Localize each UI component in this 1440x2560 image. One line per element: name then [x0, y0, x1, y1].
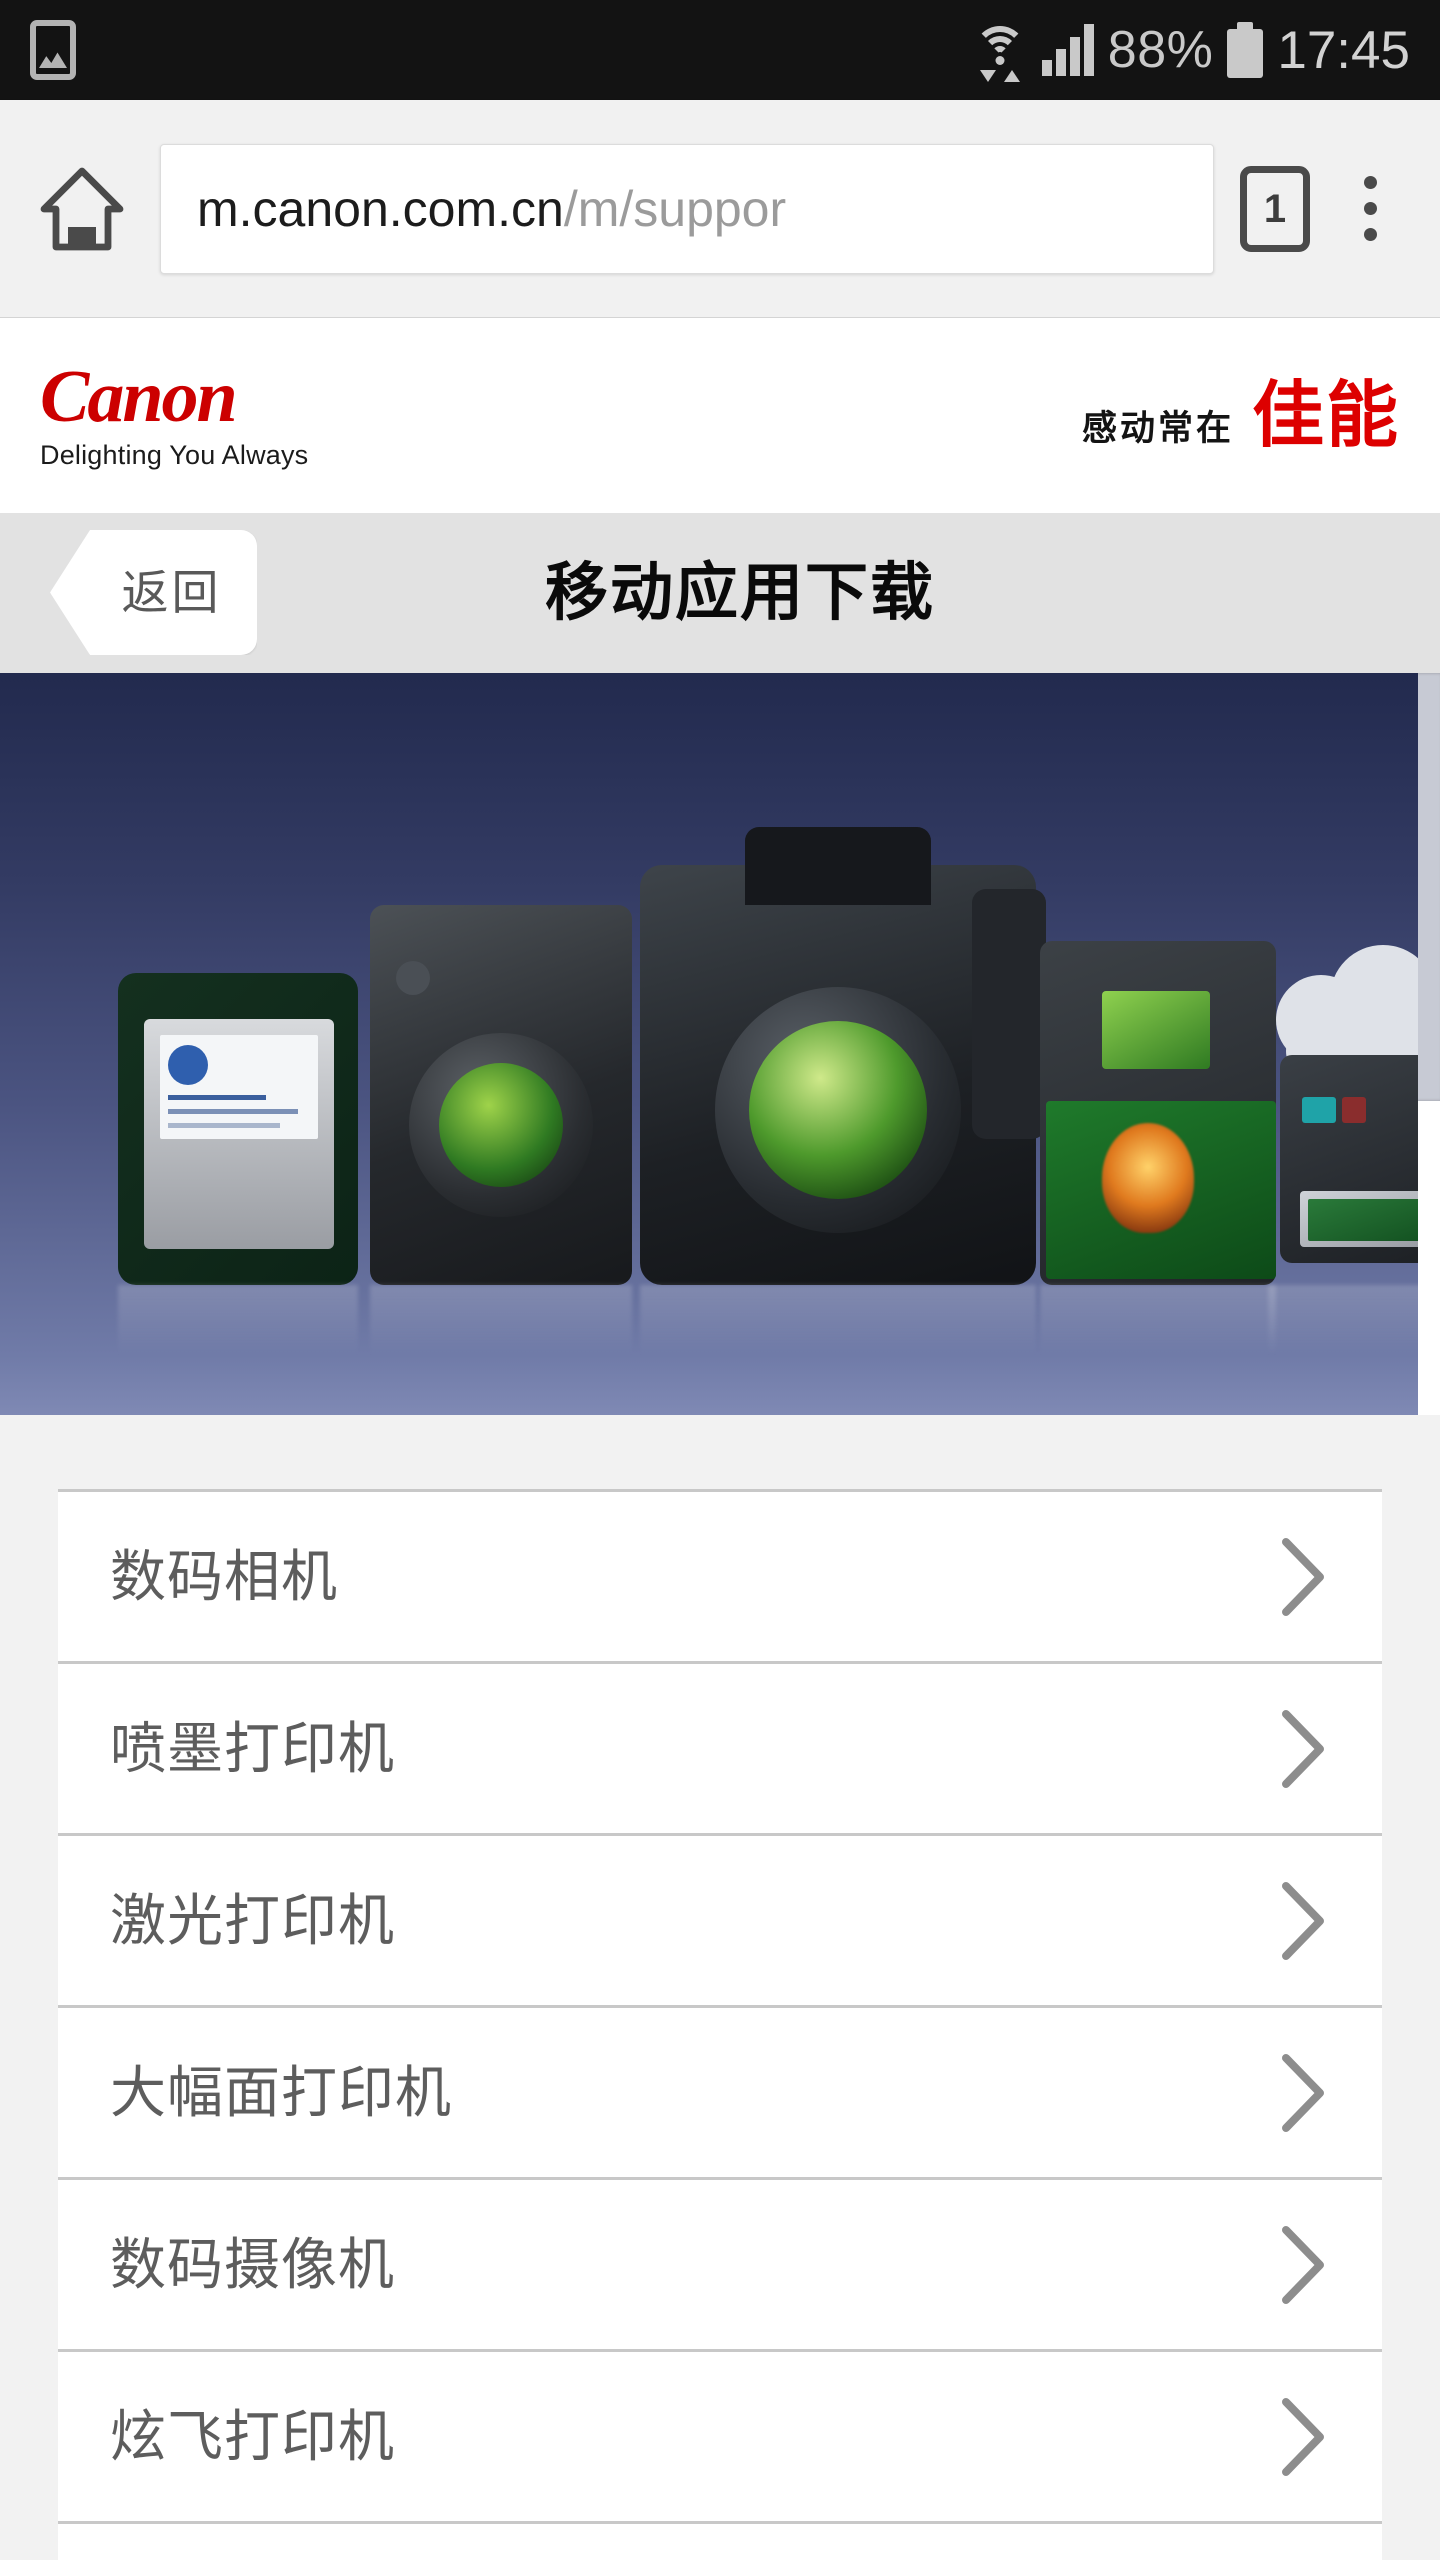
battery-full-icon: [1227, 22, 1264, 78]
tab-counter-button[interactable]: 1: [1240, 165, 1310, 252]
scanner-device-graphic: [118, 973, 358, 1355]
browser-toolbar: m.canon.com.cn/m/suppor 1: [0, 100, 1440, 318]
url-host: m.canon.com.cn: [197, 180, 564, 237]
android-status-bar: 88% 17:45: [0, 0, 1440, 100]
hero-banner-image[interactable]: [0, 673, 1418, 1415]
canon-brand-cn: 佳能: [1251, 375, 1400, 456]
dslr-camera-graphic: [640, 827, 1046, 1355]
canon-tagline: Delighting You Always: [40, 440, 309, 471]
status-bar-clock: 17:45: [1277, 20, 1410, 80]
list-item-label: 数码摄像机: [110, 2232, 395, 2296]
canon-wordmark: Canon: [40, 355, 238, 438]
canon-chinese-brand: 感动常在 佳能: [1082, 380, 1400, 452]
compact-camera-graphic: [370, 905, 632, 1355]
site-header: Canon Delighting You Always 感动常在 佳能: [0, 318, 1440, 513]
list-item-label: 数码相机: [110, 1544, 338, 1608]
list-item[interactable]: 数码摄像机: [58, 2180, 1382, 2352]
canon-slogan-cn: 感动常在: [1081, 407, 1234, 449]
address-bar[interactable]: m.canon.com.cn/m/suppor: [160, 143, 1214, 274]
category-list: 数码相机 喷墨打印机 激光打印机 大幅面打印机 数码摄像机 炫飞打印机: [58, 1489, 1382, 2560]
category-list-section: 数码相机 喷墨打印机 激光打印机 大幅面打印机 数码摄像机 炫飞打印机: [0, 1415, 1440, 2560]
photo-printer-graphic: [1040, 941, 1276, 1355]
chevron-right-icon: [1276, 2222, 1330, 2308]
home-icon[interactable]: [34, 161, 130, 257]
tab-count-label: 1: [1263, 186, 1287, 231]
list-item[interactable]: 数码相机: [58, 1492, 1382, 1664]
chevron-right-icon: [1276, 1706, 1330, 1792]
list-item[interactable]: 炫飞打印机: [58, 2352, 1382, 2524]
canon-logo[interactable]: Canon Delighting You Always: [40, 355, 309, 471]
web-page-content: Canon Delighting You Always 感动常在 佳能 返回 移…: [0, 318, 1440, 2560]
list-item[interactable]: 激光打印机: [58, 1836, 1382, 2008]
status-bar-notifications: [30, 20, 76, 80]
photo-icon: [30, 20, 76, 80]
url-text: m.canon.com.cn/m/suppor: [197, 184, 786, 234]
cellular-signal-icon: [1041, 24, 1094, 76]
battery-percent-label: 88%: [1107, 21, 1214, 79]
list-item[interactable]: [58, 2524, 1382, 2560]
chevron-right-icon: [1276, 2050, 1330, 2136]
back-button[interactable]: 返回: [50, 530, 257, 655]
list-item[interactable]: 喷墨打印机: [58, 1664, 1382, 1836]
page-title-bar: 返回 移动应用下载: [0, 513, 1440, 673]
list-item[interactable]: 大幅面打印机: [58, 2008, 1382, 2180]
back-button-label: 返回: [121, 566, 222, 619]
chevron-right-icon: [1276, 2394, 1330, 2480]
hero-carousel[interactable]: [0, 673, 1440, 1415]
wifi-transfer-icon: [972, 22, 1028, 82]
chevron-right-icon: [1276, 1878, 1330, 1964]
list-item-label: 激光打印机: [110, 1888, 395, 1952]
chevron-right-icon: [1276, 1534, 1330, 1620]
list-item-label: 炫飞打印机: [110, 2404, 395, 2468]
cloud-printer-graphic: [1268, 945, 1418, 1355]
status-bar-indicators: 88% 17:45: [972, 20, 1410, 82]
overflow-menu-icon[interactable]: [1334, 161, 1406, 257]
url-path: /m/suppor: [563, 180, 787, 237]
list-item-label: 大幅面打印机: [110, 2060, 452, 2124]
list-item-label: 喷墨打印机: [110, 1716, 395, 1780]
canon-product-lineup-illustration: [100, 827, 1418, 1355]
